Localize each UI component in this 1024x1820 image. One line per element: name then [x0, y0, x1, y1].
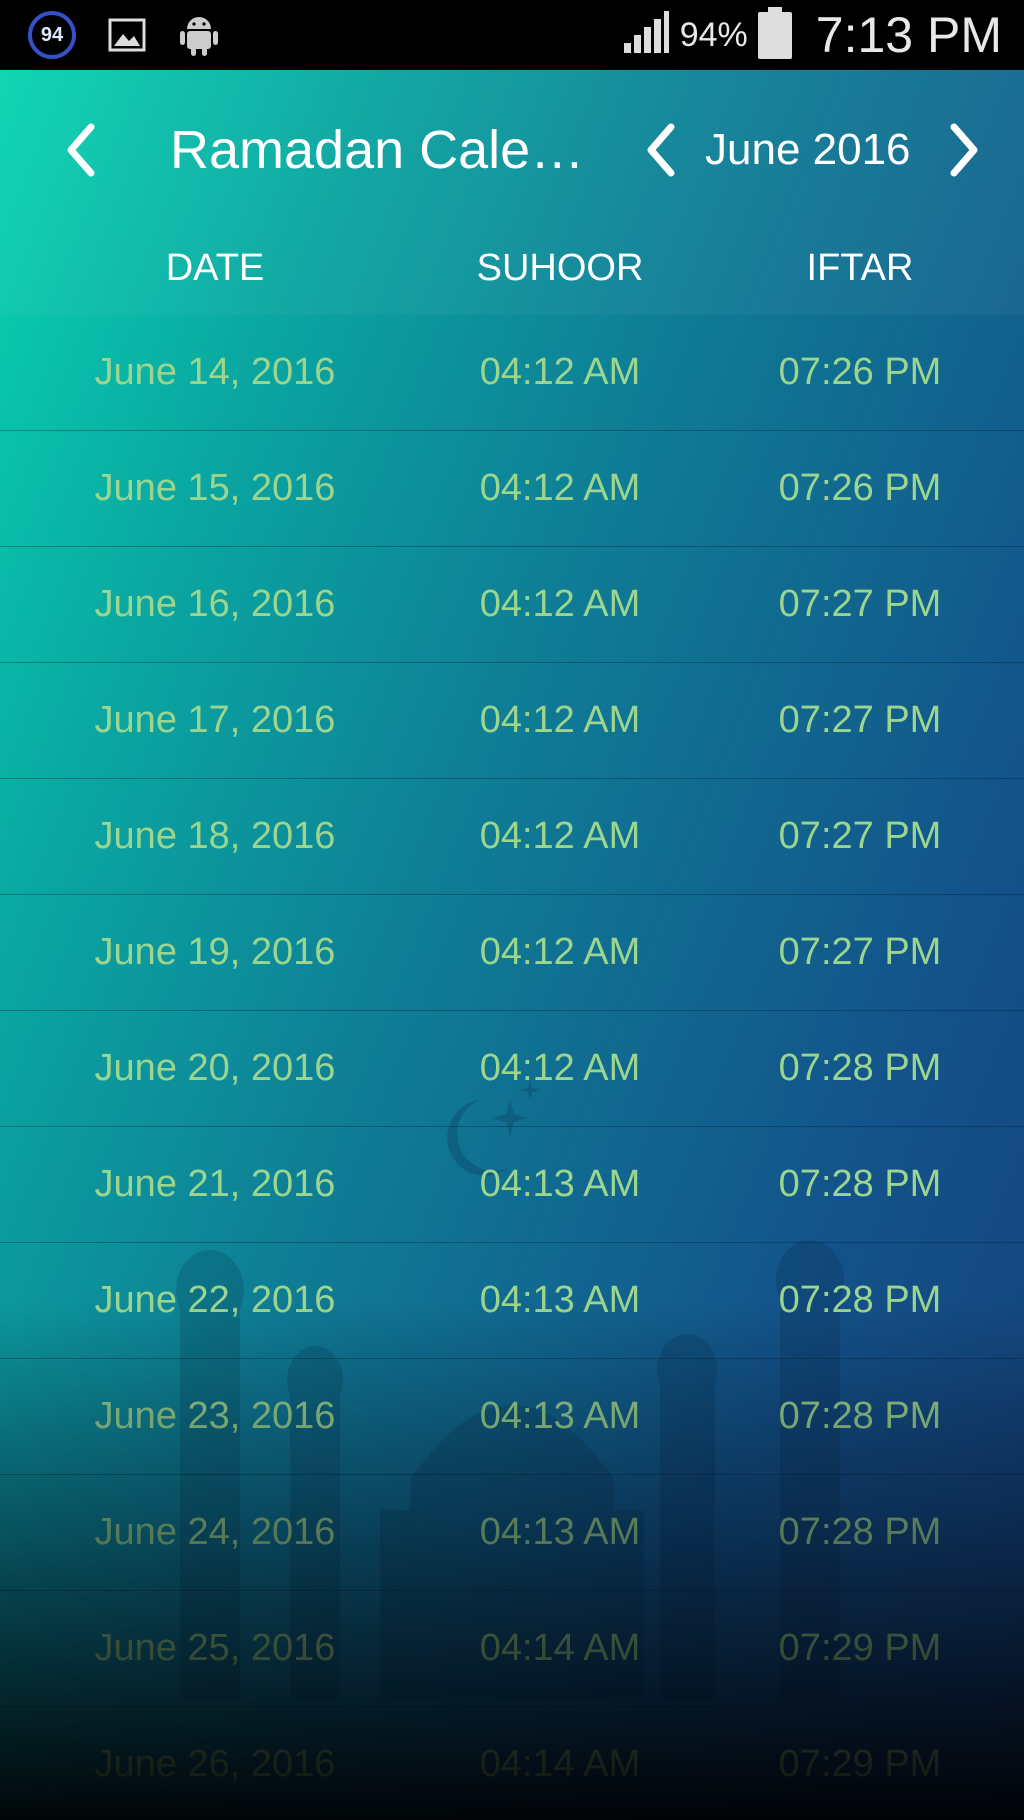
row-date: June 19, 2016	[94, 931, 336, 973]
row-date: June 21, 2016	[94, 1163, 336, 1205]
row-date: June 15, 2016	[94, 467, 336, 509]
row-iftar-time: 07:28 PM	[778, 1163, 942, 1205]
row-suhoor-time: 04:12 AM	[479, 351, 641, 393]
row-date: June 17, 2016	[94, 699, 336, 741]
signal-icon	[622, 10, 670, 60]
notification-count-icon: 94	[28, 11, 76, 59]
back-button[interactable]	[50, 120, 110, 180]
row-suhoor-time: 04:12 AM	[479, 583, 641, 625]
table-row: June 26, 2016 04:14 AM 07:29 PM	[0, 1707, 1024, 1820]
column-header-suhoor: SUHOOR	[476, 246, 644, 289]
row-iftar-time: 07:27 PM	[778, 583, 942, 625]
row-date: June 22, 2016	[94, 1279, 336, 1321]
clock: 7:13 PM	[815, 7, 1002, 63]
row-iftar-time: 07:29 PM	[778, 1627, 942, 1669]
row-date: June 20, 2016	[94, 1047, 336, 1089]
page-title: Ramadan Cale…	[170, 120, 585, 180]
status-bar-right: 94% 7:13 PM	[622, 6, 1002, 64]
chevron-left-icon	[647, 123, 675, 177]
row-suhoor-time: 04:13 AM	[479, 1395, 641, 1437]
row-iftar-time: 07:27 PM	[778, 931, 942, 973]
row-iftar-time: 07:26 PM	[778, 351, 942, 393]
current-month: June 2016	[705, 125, 911, 174]
next-month-button[interactable]	[935, 120, 995, 180]
ramadan-calendar-screen: Ramadan Cale… June 2016 DATE SUHOOR IFTA…	[0, 70, 1024, 1820]
row-iftar-time: 07:28 PM	[778, 1395, 942, 1437]
image-icon	[106, 14, 148, 56]
row-date: June 18, 2016	[94, 815, 336, 857]
column-header-date: DATE	[165, 246, 265, 289]
table-row: June 20, 2016 04:12 AM 07:28 PM	[0, 1011, 1024, 1127]
table-row: June 14, 2016 04:12 AM 07:26 PM	[0, 315, 1024, 431]
row-iftar-time: 07:27 PM	[778, 699, 942, 741]
row-suhoor-time: 04:12 AM	[479, 1047, 641, 1089]
table-row: June 25, 2016 04:14 AM 07:29 PM	[0, 1591, 1024, 1707]
row-suhoor-time: 04:14 AM	[479, 1627, 641, 1669]
row-iftar-time: 07:26 PM	[778, 467, 942, 509]
app-screen: 94 94% 7:13 PM Ramadan Cale… June 2016 D…	[0, 0, 1024, 1820]
table-row: June 22, 2016 04:13 AM 07:28 PM	[0, 1243, 1024, 1359]
row-iftar-time: 07:28 PM	[778, 1047, 942, 1089]
previous-month-button[interactable]	[630, 120, 690, 180]
chevron-right-icon	[950, 123, 978, 177]
row-iftar-time: 07:28 PM	[778, 1511, 942, 1553]
row-suhoor-time: 04:13 AM	[479, 1163, 641, 1205]
row-suhoor-time: 04:13 AM	[479, 1279, 641, 1321]
table-row: June 17, 2016 04:12 AM 07:27 PM	[0, 663, 1024, 779]
row-suhoor-time: 04:12 AM	[479, 931, 641, 973]
notification-count: 94	[40, 23, 64, 46]
column-header-row: DATE SUHOOR IFTAR	[0, 230, 1024, 306]
column-header-iftar: IFTAR	[806, 246, 914, 289]
row-iftar-time: 07:27 PM	[778, 815, 942, 857]
row-date: June 24, 2016	[94, 1511, 336, 1553]
row-date: June 14, 2016	[94, 351, 336, 393]
row-iftar-time: 07:29 PM	[778, 1743, 942, 1785]
row-iftar-time: 07:28 PM	[778, 1279, 942, 1321]
table-row: June 21, 2016 04:13 AM 07:28 PM	[0, 1127, 1024, 1243]
battery-icon	[757, 6, 792, 64]
table-row: June 23, 2016 04:13 AM 07:28 PM	[0, 1359, 1024, 1475]
toolbar: Ramadan Cale… June 2016	[0, 70, 1024, 230]
row-suhoor-time: 04:12 AM	[479, 467, 641, 509]
calendar-table: June 14, 2016 04:12 AM 07:26 PM June 15,…	[0, 315, 1024, 1820]
chevron-left-icon	[67, 123, 95, 177]
row-suhoor-time: 04:12 AM	[479, 699, 641, 741]
status-bar-left: 94	[28, 10, 220, 60]
row-date: June 16, 2016	[94, 583, 336, 625]
row-date: June 25, 2016	[94, 1627, 336, 1669]
row-date: June 26, 2016	[94, 1743, 336, 1785]
table-row: June 18, 2016 04:12 AM 07:27 PM	[0, 779, 1024, 895]
table-row: June 19, 2016 04:12 AM 07:27 PM	[0, 895, 1024, 1011]
status-bar: 94 94% 7:13 PM	[0, 0, 1024, 70]
table-row: June 15, 2016 04:12 AM 07:26 PM	[0, 431, 1024, 547]
row-suhoor-time: 04:13 AM	[479, 1511, 641, 1553]
table-row: June 16, 2016 04:12 AM 07:27 PM	[0, 547, 1024, 663]
row-suhoor-time: 04:12 AM	[479, 815, 641, 857]
battery-percent: 94%	[679, 15, 748, 54]
table-row: June 24, 2016 04:13 AM 07:28 PM	[0, 1475, 1024, 1591]
row-date: June 23, 2016	[94, 1395, 336, 1437]
android-icon	[178, 14, 220, 56]
row-suhoor-time: 04:14 AM	[479, 1743, 641, 1785]
